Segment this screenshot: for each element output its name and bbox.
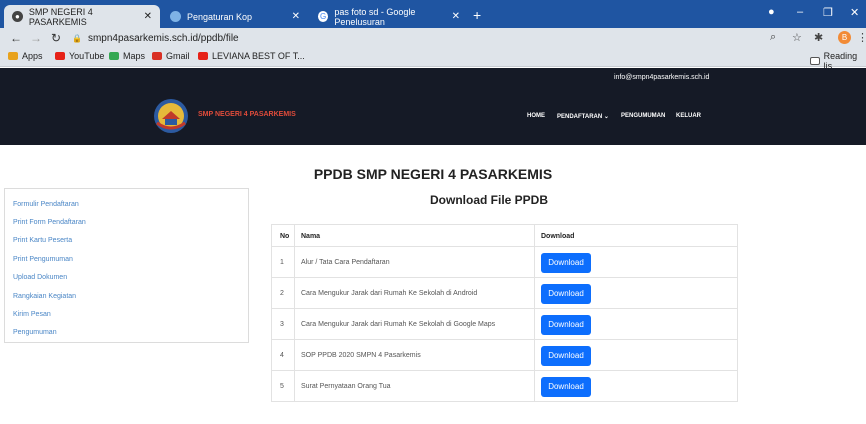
contact-email[interactable]: info@smpn4pasarkemis.sch.id — [614, 74, 709, 81]
maps-pin-icon — [109, 52, 119, 60]
row-number: 5 — [280, 383, 284, 390]
sidebar-item-print-form[interactable]: Print Form Pendaftaran — [13, 219, 86, 226]
column-header-nama: Nama — [301, 233, 321, 240]
bookmark-gmail[interactable]: Gmail — [152, 51, 190, 61]
column-header-download: Download — [541, 233, 575, 240]
file-name: SOP PPDB 2020 SMPN 4 Pasarkemis — [301, 352, 421, 359]
site-name[interactable]: SMP NEGERI 4 PASARKEMIS — [198, 111, 296, 118]
table-row: 4 SOP PPDB 2020 SMPN 4 Pasarkemis Downlo… — [272, 340, 737, 371]
sidebar-item-pengumuman[interactable]: Pengumuman — [13, 329, 57, 336]
file-name: Cara Mengukur Jarak dari Rumah Ke Sekola… — [301, 290, 478, 297]
row-number: 4 — [280, 352, 284, 359]
section-title: Download File PPDB — [430, 193, 549, 207]
zoom-icon[interactable]: ⌕ — [770, 31, 776, 44]
nav-keluar[interactable]: KELUAR — [676, 113, 701, 119]
school-logo-icon[interactable] — [152, 97, 190, 135]
row-number: 3 — [280, 321, 284, 328]
row-number: 2 — [280, 290, 284, 297]
download-button[interactable]: Download — [541, 315, 591, 335]
bookmark-maps[interactable]: Maps — [109, 51, 145, 61]
site-header: SMP NEGERI 4 PASARKEMIS HOME PENDAFTARAN… — [0, 89, 866, 145]
sidebar-item-rangkaian[interactable]: Rangkaian Kegiatan — [13, 293, 76, 300]
sidebar-item-formulir[interactable]: Formulir Pendaftaran — [13, 201, 79, 208]
url-text[interactable]: smpn4pasarkemis.sch.id/ppdb/file — [88, 33, 239, 44]
download-button[interactable]: Download — [541, 284, 591, 304]
browser-tab-bar: ● SMP NEGERI 4 PASARKEMIS ✕ Pengaturan K… — [0, 0, 866, 28]
file-name: Surat Pernyataan Orang Tua — [301, 383, 391, 390]
sidebar-item-print-pengumuman[interactable]: Print Pengumuman — [13, 256, 73, 263]
table-row: 2 Cara Mengukur Jarak dari Rumah Ke Seko… — [272, 278, 737, 309]
address-bar[interactable]: 🔒 smpn4pasarkemis.sch.id/ppdb/file — [72, 31, 772, 46]
maximize-icon[interactable]: ❐ — [823, 6, 833, 19]
close-tab-icon[interactable]: ✕ — [292, 11, 300, 22]
download-button[interactable]: Download — [541, 377, 591, 397]
bookmark-star-icon[interactable]: ☆ — [792, 31, 802, 44]
close-tab-icon[interactable]: ✕ — [452, 11, 460, 22]
minimize-icon[interactable]: – — [797, 6, 803, 18]
menu-icon[interactable]: ⋮ — [857, 31, 866, 44]
browser-tab[interactable]: Pengaturan Kop ✕ — [162, 5, 308, 28]
tab-title: pas foto sd - Google Penelusuran — [334, 6, 416, 27]
sidebar-item-print-kartu[interactable]: Print Kartu Peserta — [13, 237, 72, 244]
file-name: Alur / Tata Cara Pendaftaran — [301, 259, 390, 266]
media-icon[interactable]: ● — [768, 6, 775, 18]
table-row: 3 Cara Mengukur Jarak dari Rumah Ke Seko… — [272, 309, 737, 340]
apps-grid-icon — [8, 52, 18, 60]
youtube-icon — [55, 52, 65, 60]
bookmark-apps[interactable]: Apps — [8, 51, 43, 61]
sidebar-item-upload[interactable]: Upload Dokumen — [13, 274, 67, 281]
bookmarks-bar: Apps YouTube Maps Gmail LEVIANA BEST OF … — [0, 48, 866, 71]
reading-list-icon — [810, 57, 820, 65]
nav-pengumuman[interactable]: PENGUMUMAN — [621, 113, 665, 119]
site-top-strip: info@smpn4pasarkemis.sch.id — [0, 68, 866, 89]
download-button[interactable]: Download — [541, 253, 591, 273]
download-button[interactable]: Download — [541, 346, 591, 366]
browser-tab-active[interactable]: ● SMP NEGERI 4 PASARKEMIS ✕ — [4, 5, 160, 28]
page-title: PPDB SMP NEGERI 4 PASARKEMIS — [313, 166, 553, 182]
forward-icon[interactable]: → — [30, 31, 42, 45]
chrome-favicon-icon: ● — [12, 11, 23, 22]
table-header-row: No Nama Download — [272, 225, 737, 247]
google-favicon-icon: G — [318, 11, 329, 22]
browser-toolbar: ← → ↻ 🔒 smpn4pasarkemis.sch.id/ppdb/file… — [0, 28, 866, 48]
sidebar-menu: Formulir Pendaftaran Print Form Pendafta… — [4, 188, 249, 343]
gmail-icon — [152, 52, 162, 60]
nav-pendaftaran[interactable]: PENDAFTARAN ⌄ — [557, 113, 609, 120]
youtube-icon — [198, 52, 208, 60]
back-icon[interactable]: ← — [10, 31, 22, 45]
table-row: 1 Alur / Tata Cara Pendaftaran Download — [272, 247, 737, 278]
nav-home[interactable]: HOME — [527, 113, 545, 119]
tab-title: SMP NEGERI 4 PASARKEMIS — [28, 6, 93, 27]
site-favicon-icon — [170, 11, 181, 22]
tab-title: Pengaturan Kop — [187, 11, 253, 22]
row-number: 1 — [280, 259, 284, 266]
lock-icon: 🔒 — [72, 34, 82, 43]
file-name: Cara Mengukur Jarak dari Rumah Ke Sekola… — [301, 321, 496, 328]
bookmark-youtube[interactable]: YouTube — [55, 51, 104, 61]
download-table: No Nama Download 1 Alur / Tata Cara Pend… — [271, 224, 738, 402]
column-header-no: No — [280, 233, 290, 240]
new-tab-button[interactable]: + — [473, 8, 481, 22]
bookmark-leviana[interactable]: LEVIANA BEST OF T... — [198, 51, 305, 61]
table-row: 5 Surat Pernyataan Orang Tua Download — [272, 371, 737, 402]
sidebar-item-kirim-pesan[interactable]: Kirim Pesan — [13, 311, 51, 318]
reload-icon[interactable]: ↻ — [51, 31, 61, 45]
browser-tab[interactable]: G pas foto sd - Google Penelusuran ✕ — [310, 5, 468, 28]
close-tab-icon[interactable]: ✕ — [144, 11, 152, 22]
close-window-icon[interactable]: ✕ — [850, 6, 859, 19]
profile-avatar[interactable]: B — [838, 31, 851, 44]
extensions-icon[interactable]: ✱ — [814, 31, 823, 44]
